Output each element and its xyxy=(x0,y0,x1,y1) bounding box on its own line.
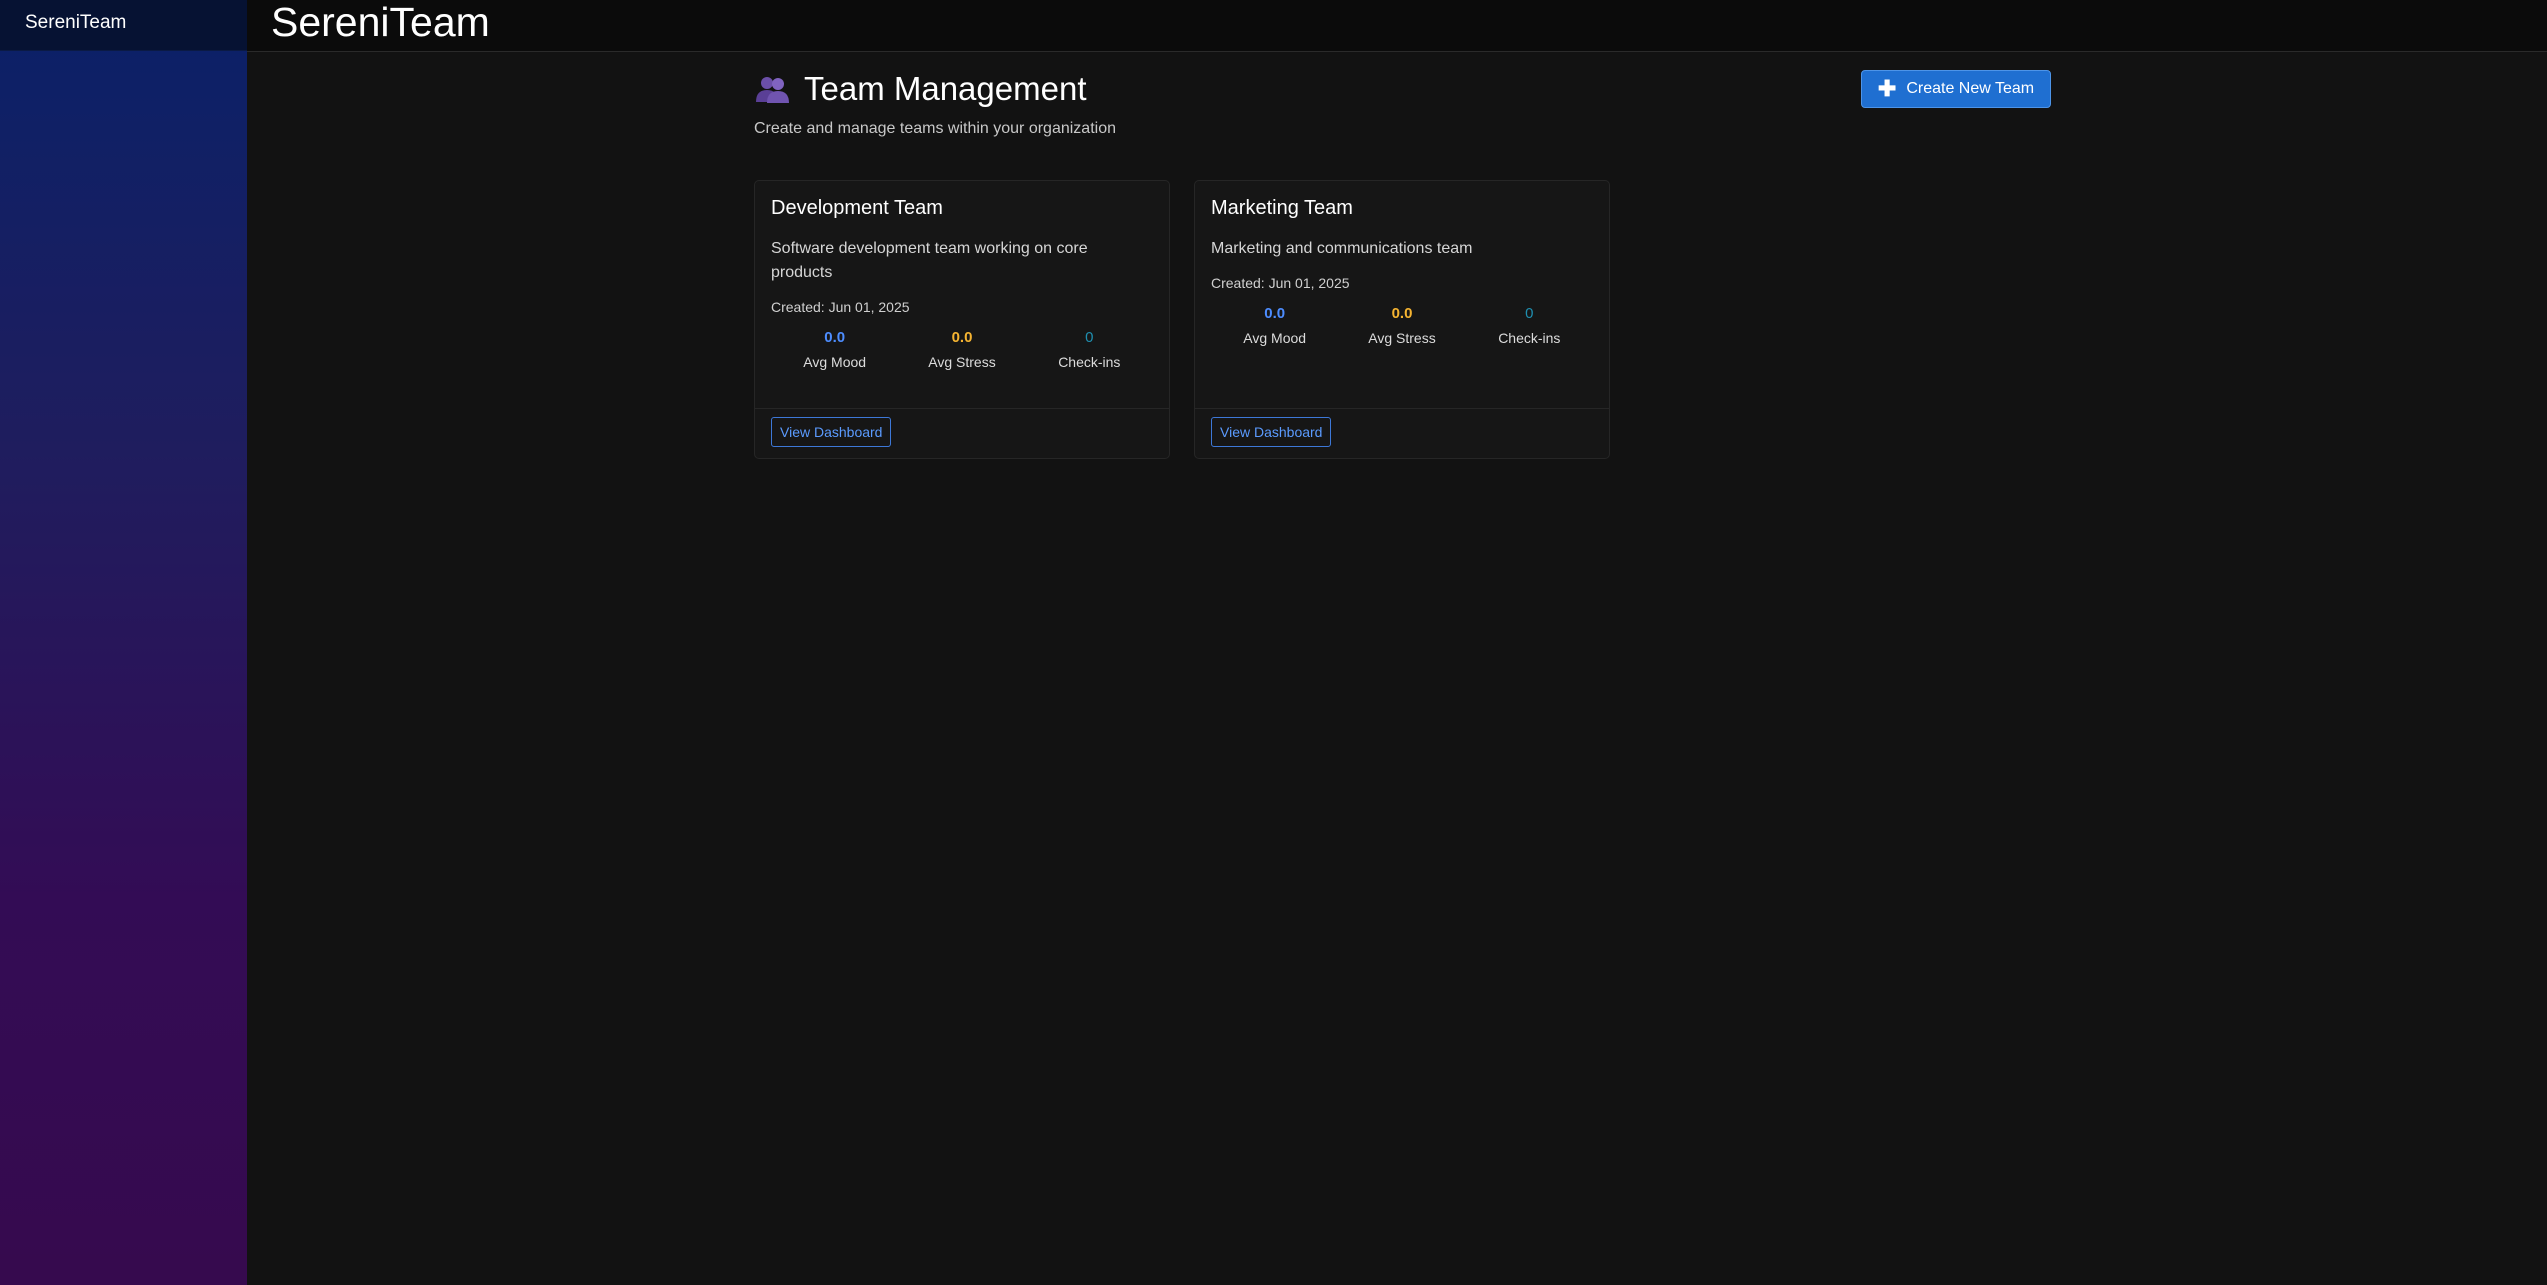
checkins-label: Check-ins xyxy=(1498,330,1561,346)
plus-icon: ✚ xyxy=(1877,76,1897,101)
card-footer: View Dashboard xyxy=(1195,408,1609,458)
avg-mood-value: 0.0 xyxy=(1264,305,1286,322)
team-created-date: Created: Jun 01, 2025 xyxy=(1211,275,1350,291)
checkins-value: 0 xyxy=(1085,329,1094,346)
avg-stress-value: 0.0 xyxy=(951,329,973,346)
team-card: Marketing Team Marketing and communicati… xyxy=(1194,180,1610,459)
avg-stress-label: Avg Stress xyxy=(928,354,996,370)
team-name: Development Team xyxy=(771,197,943,219)
view-dashboard-button[interactable]: View Dashboard xyxy=(771,417,892,447)
avg-mood-stat: 0.0 Avg Mood xyxy=(771,329,898,370)
avg-mood-value: 0.0 xyxy=(824,329,846,346)
card-footer: View Dashboard xyxy=(755,408,1169,458)
avg-stress-stat: 0.0 Avg Stress xyxy=(898,329,1025,370)
team-description: Marketing and communications team xyxy=(1211,240,1473,257)
sidebar: SereniTeam xyxy=(0,0,247,1285)
avg-stress-label: Avg Stress xyxy=(1368,330,1436,346)
team-stats: 0.0 Avg Mood 0.0 Avg Stress 0 Check-ins xyxy=(771,329,1153,370)
view-dashboard-button[interactable]: View Dashboard xyxy=(1211,417,1332,447)
page-header: Team Management Create and manage teams … xyxy=(754,70,2051,144)
page-title: Team Management xyxy=(804,70,1087,107)
people-icon xyxy=(754,74,790,104)
team-card: Development Team Software development te… xyxy=(754,180,1170,459)
top-navbar: SereniTeam xyxy=(247,0,2547,52)
main-content: Team Management Create and manage teams … xyxy=(754,70,2051,459)
avg-stress-value: 0.0 xyxy=(1391,305,1413,322)
create-new-team-button[interactable]: ✚ Create New Team xyxy=(1861,70,2051,108)
avg-mood-stat: 0.0 Avg Mood xyxy=(1211,305,1338,346)
page-title-row: Team Management xyxy=(754,70,2051,108)
sidebar-brand[interactable]: SereniTeam xyxy=(0,0,247,51)
team-created-date: Created: Jun 01, 2025 xyxy=(771,299,910,315)
app-title: SereniTeam xyxy=(271,0,490,45)
team-stats: 0.0 Avg Mood 0.0 Avg Stress 0 Check-ins xyxy=(1211,305,1593,346)
team-name: Marketing Team xyxy=(1211,197,1353,219)
checkins-label: Check-ins xyxy=(1058,354,1121,370)
checkins-stat: 0 Check-ins xyxy=(1026,329,1153,370)
checkins-value: 0 xyxy=(1525,305,1534,322)
avg-stress-stat: 0.0 Avg Stress xyxy=(1338,305,1465,346)
team-cards: Development Team Software development te… xyxy=(754,180,1610,459)
avg-mood-label: Avg Mood xyxy=(803,354,867,370)
create-new-team-label: Create New Team xyxy=(1906,80,2035,97)
page-subtitle: Create and manage teams within your orga… xyxy=(754,120,1116,137)
team-description: Software development team working on cor… xyxy=(771,240,1088,281)
checkins-stat: 0 Check-ins xyxy=(1466,305,1593,346)
avg-mood-label: Avg Mood xyxy=(1243,330,1307,346)
